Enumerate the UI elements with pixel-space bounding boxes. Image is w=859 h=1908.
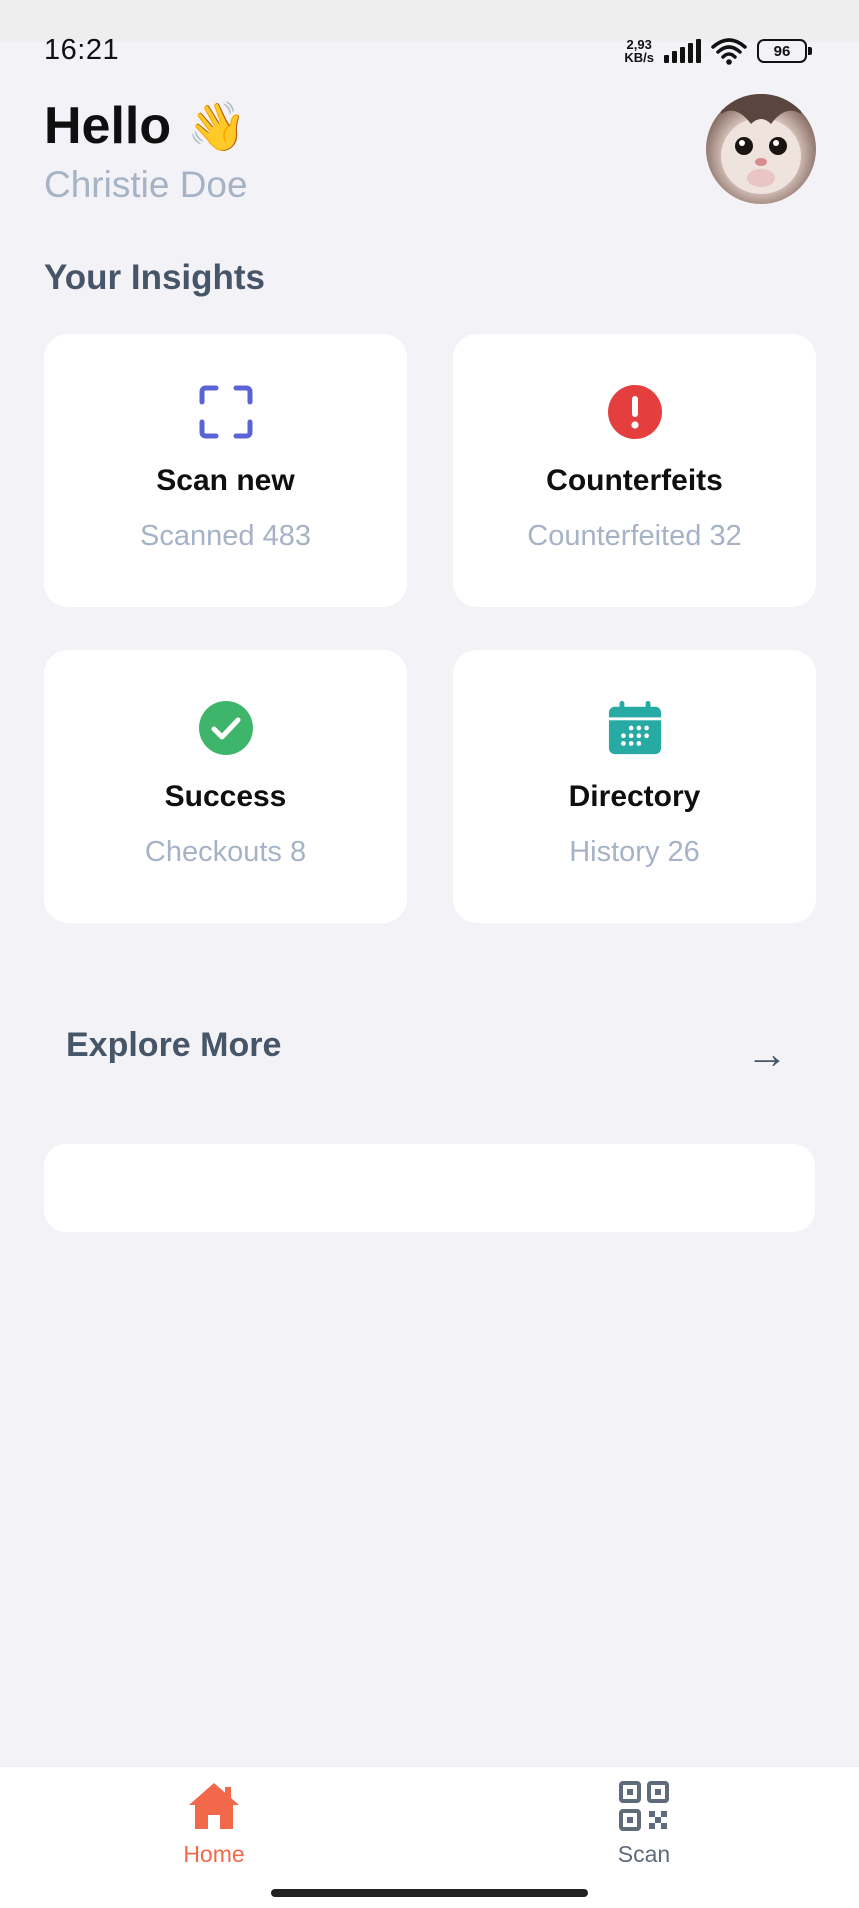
waving-hand-icon: 👋 bbox=[187, 100, 247, 154]
insights-title: Your Insights bbox=[44, 258, 266, 297]
home-indicator bbox=[271, 1889, 588, 1897]
card-title: Directory bbox=[568, 780, 701, 813]
greeting: Hello 👋 bbox=[44, 96, 247, 156]
signal-icon bbox=[664, 39, 701, 63]
card-subtitle: Checkouts 8 bbox=[144, 836, 307, 868]
alert-circle-icon bbox=[607, 384, 663, 440]
nav-home[interactable]: Home bbox=[134, 1781, 294, 1868]
nav-home-label: Home bbox=[183, 1841, 245, 1867]
home-icon bbox=[189, 1783, 239, 1829]
scan-frame-icon bbox=[198, 384, 254, 440]
card-success[interactable]: Success Checkouts 8 bbox=[44, 650, 407, 923]
cat-avatar-icon bbox=[721, 94, 801, 194]
card-title: Scan new bbox=[156, 464, 295, 497]
status-time: 16:21 bbox=[44, 34, 120, 66]
card-subtitle: History 26 bbox=[569, 836, 700, 868]
card-scan-new[interactable]: Scan new Scanned 483 bbox=[44, 334, 407, 607]
avatar[interactable] bbox=[706, 94, 816, 204]
user-name: Christie Doe bbox=[44, 164, 248, 205]
nav-scan[interactable]: Scan bbox=[564, 1781, 724, 1868]
battery-indicator: 96 bbox=[757, 39, 812, 63]
explore-more-title: Explore More bbox=[66, 1026, 282, 1064]
calendar-icon bbox=[607, 700, 663, 756]
card-counterfeits[interactable]: Counterfeits Counterfeited 32 bbox=[453, 334, 816, 607]
wifi-icon bbox=[711, 38, 747, 65]
home-screen: 16:21 2,93 KB/s 96 Hello 👋 Christie Doe bbox=[0, 0, 859, 1908]
nav-scan-label: Scan bbox=[617, 1841, 671, 1867]
bottom-nav: Home Scan bbox=[0, 1766, 859, 1908]
status-bar: 16:21 2,93 KB/s 96 bbox=[0, 0, 859, 72]
card-subtitle: Counterfeited 32 bbox=[527, 520, 742, 552]
card-title: Counterfeits bbox=[546, 464, 723, 497]
explore-more-panel[interactable] bbox=[44, 1144, 815, 1232]
check-circle-icon bbox=[198, 700, 254, 756]
greeting-text: Hello bbox=[44, 97, 172, 155]
card-directory[interactable]: Directory History 26 bbox=[453, 650, 816, 923]
status-icons: 2,93 KB/s 96 bbox=[624, 34, 812, 68]
qr-code-icon bbox=[619, 1781, 669, 1831]
card-title: Success bbox=[164, 780, 287, 813]
network-speed-unit: KB/s bbox=[624, 50, 654, 65]
card-subtitle: Scanned 483 bbox=[140, 520, 311, 552]
network-speed: 2,93 KB/s bbox=[624, 38, 654, 64]
arrow-right-icon[interactable]: → bbox=[746, 1030, 788, 1078]
